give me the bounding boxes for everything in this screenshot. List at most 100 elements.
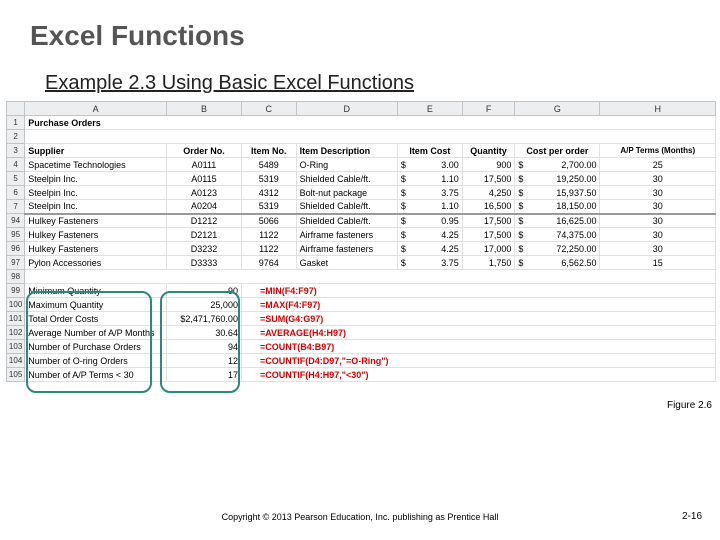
cell-cpo[interactable]: $72,250.00	[515, 242, 600, 256]
cell-cost[interactable]: $1.10	[397, 172, 462, 186]
col-E[interactable]: E	[397, 102, 462, 116]
rowhdr[interactable]: 5	[7, 172, 25, 186]
rowhdr[interactable]: 4	[7, 158, 25, 172]
hdr-orderno[interactable]: Order No.	[167, 144, 242, 158]
rowhdr[interactable]: 100	[7, 298, 25, 312]
col-A[interactable]: A	[25, 102, 167, 116]
cell-qty[interactable]: 4,250	[462, 186, 515, 200]
hdr-qty[interactable]: Quantity	[462, 144, 515, 158]
summary-value[interactable]: 12	[167, 354, 242, 368]
summary-formula[interactable]: =SUM(G4:G97)	[241, 312, 715, 326]
cell-qty[interactable]: 17,000	[462, 242, 515, 256]
cell-itemno[interactable]: 4312	[241, 186, 296, 200]
summary-label[interactable]: Average Number of A/P Months	[25, 326, 167, 340]
cell-qty[interactable]: 17,500	[462, 214, 515, 228]
summary-value[interactable]: 94	[167, 340, 242, 354]
col-G[interactable]: G	[515, 102, 600, 116]
rowhdr[interactable]: 101	[7, 312, 25, 326]
rowhdr[interactable]: 96	[7, 242, 25, 256]
cell-orderno[interactable]: A0111	[167, 158, 242, 172]
cell-qty[interactable]: 16,500	[462, 200, 515, 214]
rowhdr[interactable]: 104	[7, 354, 25, 368]
cell-orderno[interactable]: D3333	[167, 256, 242, 270]
cell-orderno[interactable]: D2121	[167, 228, 242, 242]
cell-supplier[interactable]: Hulkey Fasteners	[25, 214, 167, 228]
rowhdr-98[interactable]: 98	[7, 270, 25, 284]
summary-label[interactable]: Maximum Quantity	[25, 298, 167, 312]
cell-orderno[interactable]: A0204	[167, 200, 242, 214]
cell-cost[interactable]: $3.75	[397, 186, 462, 200]
cell-itemno[interactable]: 5066	[241, 214, 296, 228]
rowhdr-2[interactable]: 2	[7, 130, 25, 144]
summary-label[interactable]: Number of O-ring Orders	[25, 354, 167, 368]
cell-desc[interactable]: Gasket	[296, 256, 397, 270]
cell-cpo[interactable]: $2,700.00	[515, 158, 600, 172]
cell-cpo[interactable]: $74,375.00	[515, 228, 600, 242]
cell-cost[interactable]: $3.00	[397, 158, 462, 172]
col-D[interactable]: D	[296, 102, 397, 116]
summary-formula[interactable]: =MIN(F4:F97)	[241, 284, 715, 298]
cell-cpo[interactable]: $19,250.00	[515, 172, 600, 186]
cell-cpo[interactable]: $18,150.00	[515, 200, 600, 214]
summary-value[interactable]: $2,471,760.00	[167, 312, 242, 326]
cell-cost[interactable]: $1.10	[397, 200, 462, 214]
hdr-itemdesc[interactable]: Item Description	[296, 144, 397, 158]
rowhdr[interactable]: 97	[7, 256, 25, 270]
summary-label[interactable]: Minimum Quantity	[25, 284, 167, 298]
cell-supplier[interactable]: Steelpin Inc.	[25, 186, 167, 200]
cell-ap[interactable]: 30	[600, 200, 716, 214]
cell-qty[interactable]: 900	[462, 158, 515, 172]
cell-supplier[interactable]: Hulkey Fasteners	[25, 228, 167, 242]
hdr-itemcost[interactable]: Item Cost	[397, 144, 462, 158]
hdr-supplier[interactable]: Supplier	[25, 144, 167, 158]
cell-orderno[interactable]: A0123	[167, 186, 242, 200]
cell-qty[interactable]: 17,500	[462, 172, 515, 186]
cell-desc[interactable]: Shielded Cable/ft.	[296, 172, 397, 186]
summary-formula[interactable]: =COUNT(B4:B97)	[241, 340, 715, 354]
cell-desc[interactable]: Shielded Cable/ft.	[296, 214, 397, 228]
cell-cpo[interactable]: $15,937.50	[515, 186, 600, 200]
cell-supplier[interactable]: Spacetime Technologies	[25, 158, 167, 172]
cell-itemno[interactable]: 1122	[241, 242, 296, 256]
cell-supplier[interactable]: Steelpin Inc.	[25, 200, 167, 214]
rowhdr[interactable]: 105	[7, 368, 25, 382]
cell-ap[interactable]: 15	[600, 256, 716, 270]
col-H[interactable]: H	[600, 102, 716, 116]
cell-qty[interactable]: 17,500	[462, 228, 515, 242]
cell-desc[interactable]: Shielded Cable/ft.	[296, 200, 397, 214]
cell-cost[interactable]: $4.25	[397, 228, 462, 242]
cell-ap[interactable]: 25	[600, 158, 716, 172]
sheet-title-cell[interactable]: Purchase Orders	[25, 116, 716, 130]
summary-label[interactable]: Number of Purchase Orders	[25, 340, 167, 354]
col-C[interactable]: C	[241, 102, 296, 116]
summary-value[interactable]: 90	[167, 284, 242, 298]
cell-ap[interactable]: 30	[600, 186, 716, 200]
hdr-cpo[interactable]: Cost per order	[515, 144, 600, 158]
summary-value[interactable]: 25,000	[167, 298, 242, 312]
cell-desc[interactable]: O-Ring	[296, 158, 397, 172]
rowhdr[interactable]: 94	[7, 214, 25, 228]
cell-itemno[interactable]: 5489	[241, 158, 296, 172]
rowhdr[interactable]: 95	[7, 228, 25, 242]
cell-orderno[interactable]: D3232	[167, 242, 242, 256]
summary-label[interactable]: Total Order Costs	[25, 312, 167, 326]
cell-ap[interactable]: 30	[600, 228, 716, 242]
cell-cost[interactable]: $0.95	[397, 214, 462, 228]
rowhdr[interactable]: 7	[7, 200, 25, 214]
hdr-itemno[interactable]: Item No.	[241, 144, 296, 158]
cell-itemno[interactable]: 5319	[241, 200, 296, 214]
cell-ap[interactable]: 30	[600, 242, 716, 256]
col-B[interactable]: B	[167, 102, 242, 116]
rowhdr[interactable]: 103	[7, 340, 25, 354]
cell-cost[interactable]: $4.25	[397, 242, 462, 256]
cell-desc[interactable]: Airframe fasteners	[296, 228, 397, 242]
cell-supplier[interactable]: Steelpin Inc.	[25, 172, 167, 186]
rowhdr-1[interactable]: 1	[7, 116, 25, 130]
summary-formula[interactable]: =COUNTIF(D4:D97,"=O-Ring")	[241, 354, 715, 368]
cell-qty[interactable]: 1,750	[462, 256, 515, 270]
summary-value[interactable]: 30.64	[167, 326, 242, 340]
summary-label[interactable]: Number of A/P Terms < 30	[25, 368, 167, 382]
cell-desc[interactable]: Airframe fasteners	[296, 242, 397, 256]
cell-supplier[interactable]: Hulkey Fasteners	[25, 242, 167, 256]
rowhdr-3[interactable]: 3	[7, 144, 25, 158]
